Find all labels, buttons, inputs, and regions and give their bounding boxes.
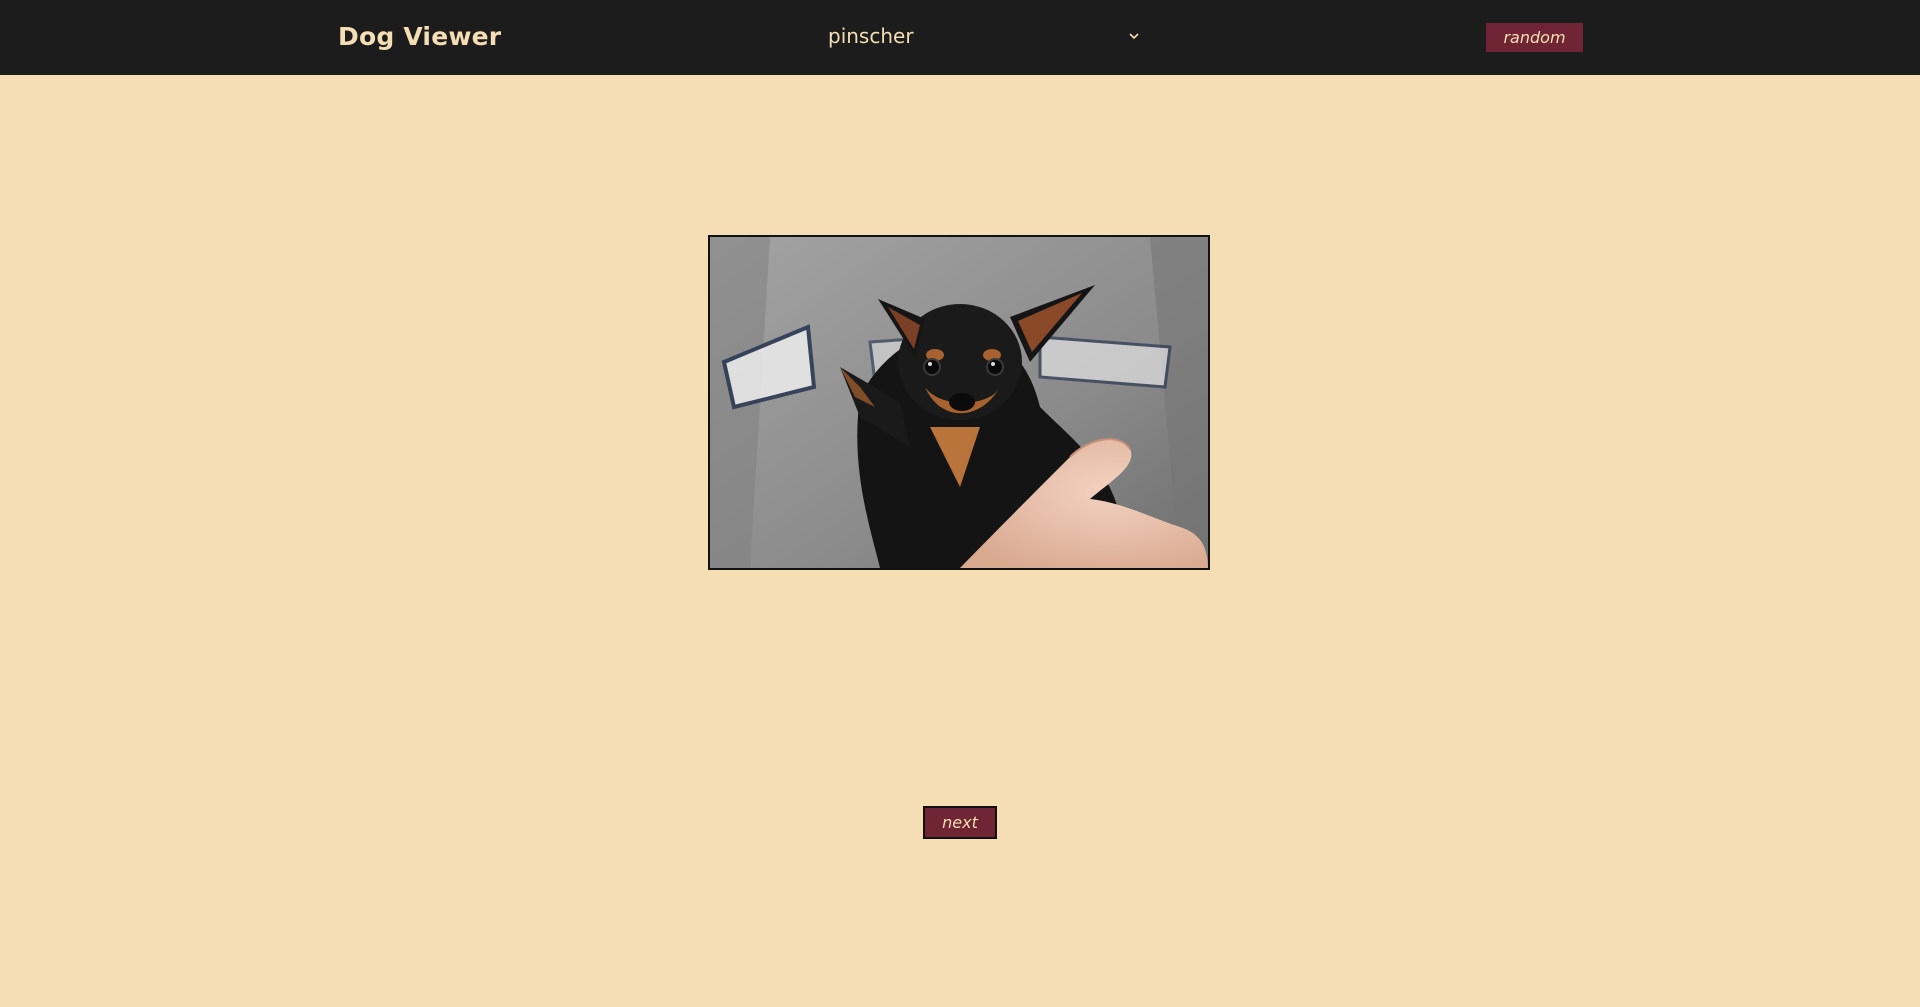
dog-viewer-app: Dog Viewer pinscher random next	[0, 0, 1920, 1007]
top-bar: Dog Viewer pinscher random	[0, 0, 1920, 75]
next-button[interactable]: next	[923, 806, 997, 839]
dog-photo-illustration	[710, 237, 1208, 568]
app-title: Dog Viewer	[338, 22, 502, 51]
random-button[interactable]: random	[1486, 23, 1583, 52]
breed-select[interactable]: pinscher	[822, 18, 1152, 54]
chevron-down-icon	[1128, 29, 1142, 43]
dog-photo	[708, 235, 1210, 570]
breed-select-value: pinscher	[828, 24, 914, 48]
